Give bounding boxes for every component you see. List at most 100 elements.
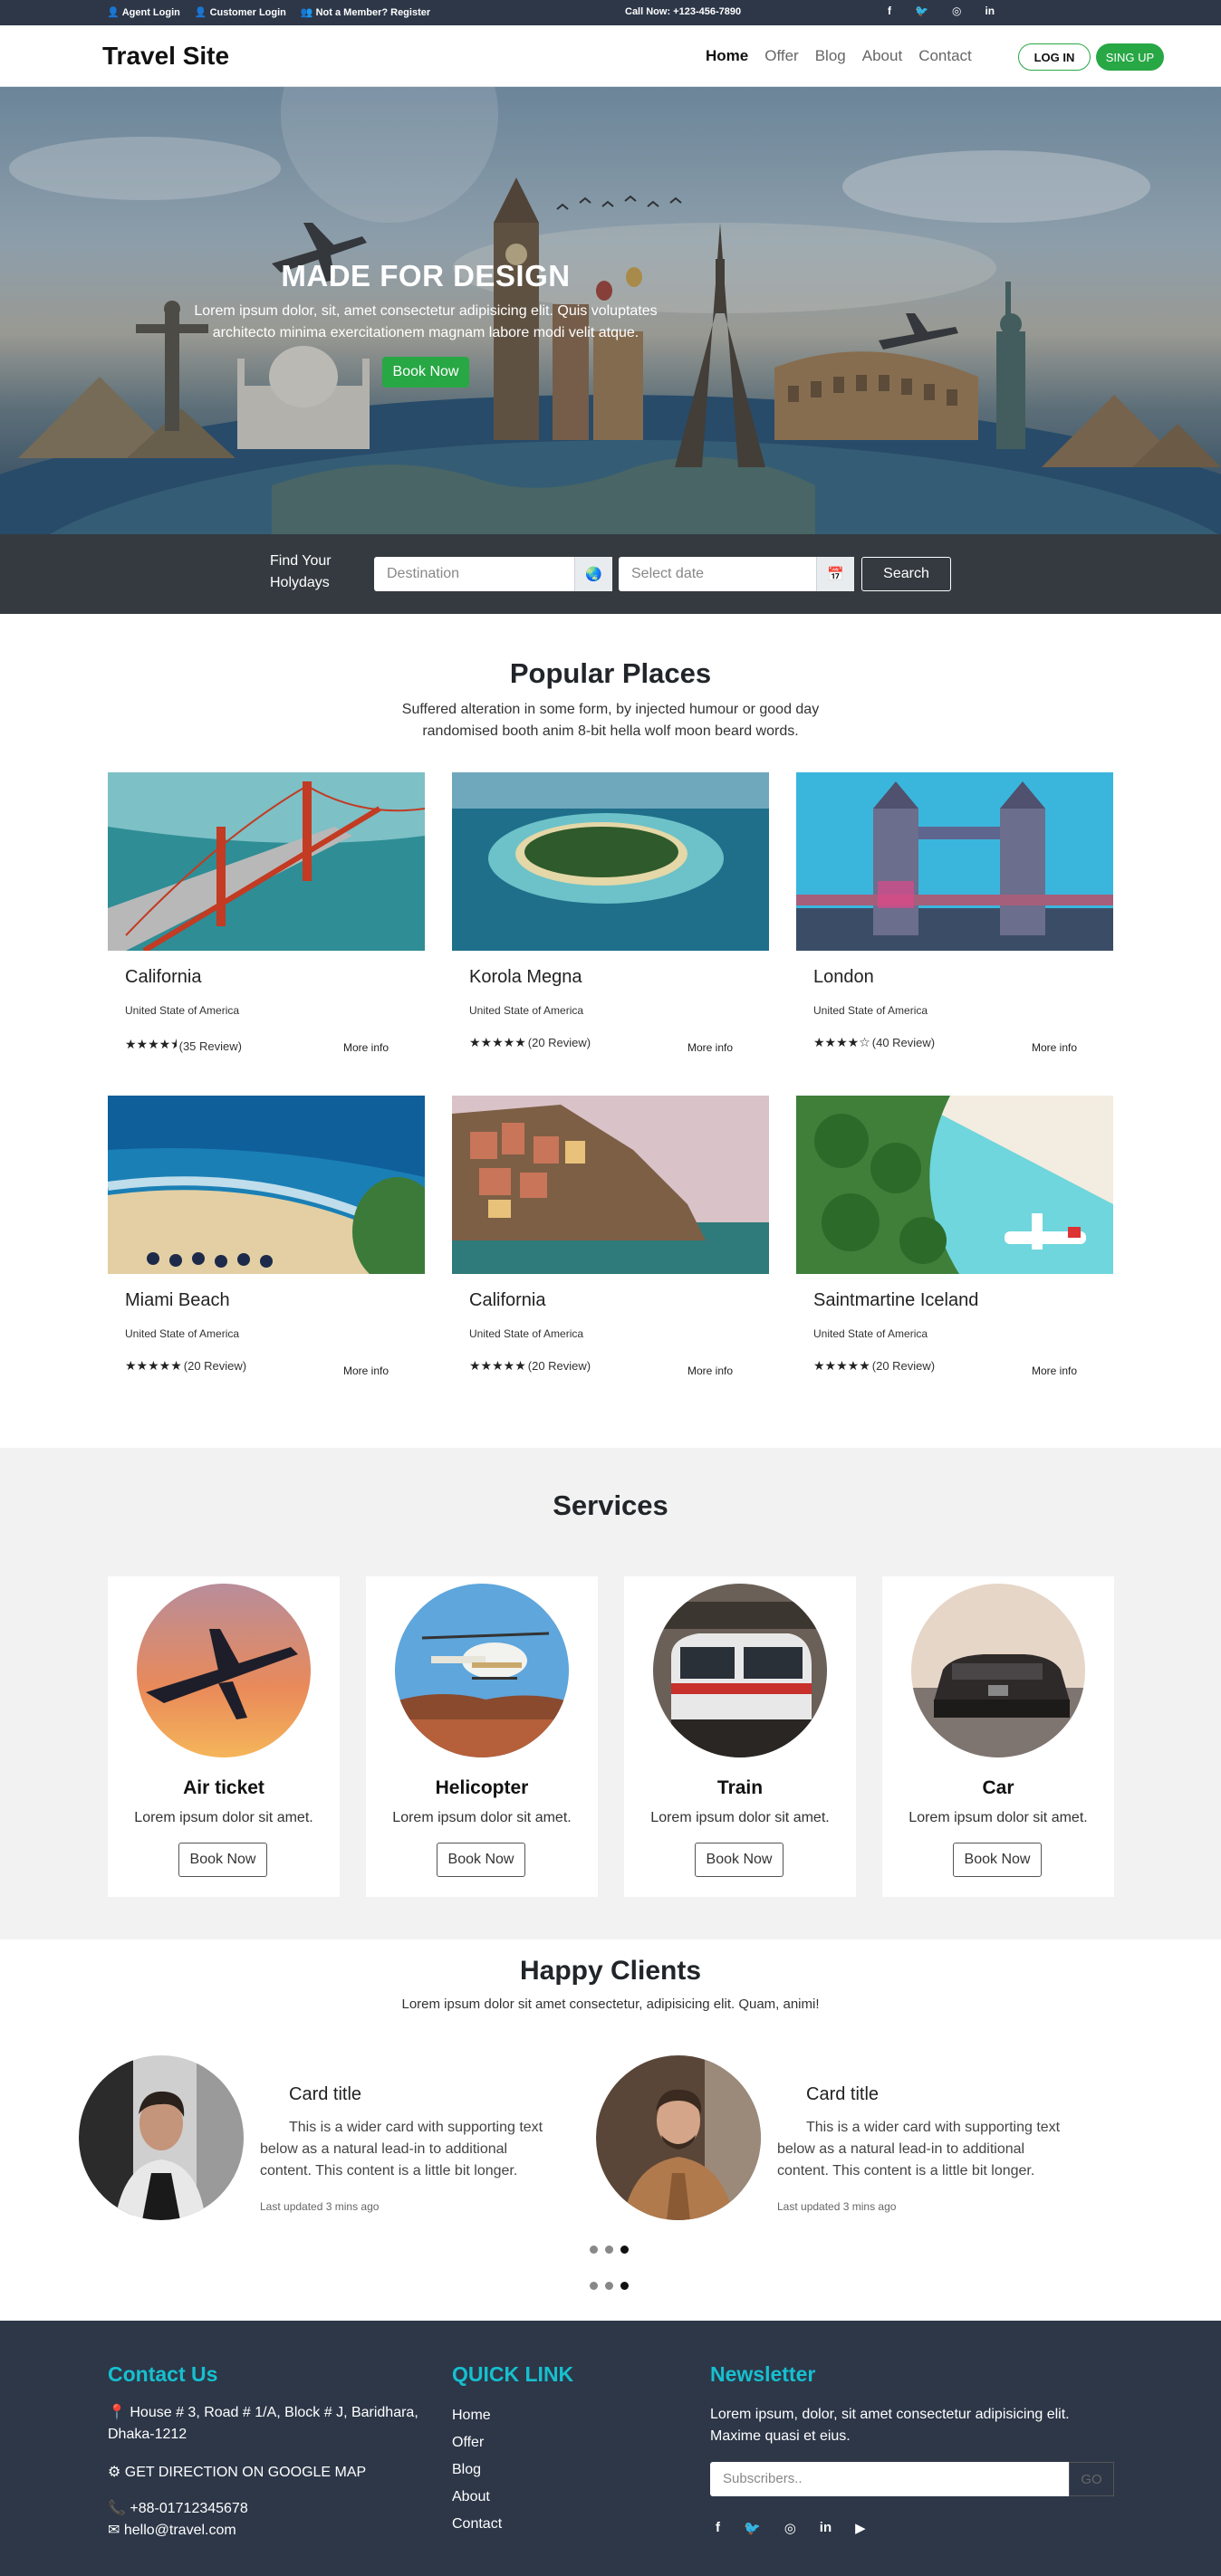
more-info-link[interactable]: More info (1032, 1041, 1077, 1054)
nav-menu: Home Offer Blog About Contact (706, 47, 972, 65)
carousel-dot[interactable] (605, 2282, 613, 2290)
search-button[interactable]: Search (861, 557, 951, 591)
facebook-icon[interactable]: f (888, 5, 891, 17)
place-card[interactable]: California United State of America ★★★★★… (452, 1096, 769, 1394)
hero-book-now-button[interactable]: Book Now (381, 357, 470, 388)
service-book-now-button[interactable]: Book Now (178, 1843, 267, 1877)
footer-link-offer[interactable]: Offer (452, 2435, 484, 2451)
place-card[interactable]: Saintmartine Iceland United State of Ame… (796, 1096, 1113, 1394)
user-icon: 👤 (107, 7, 120, 18)
place-rating: ★★★★☆ (40 Review) (813, 1035, 935, 1050)
envelope-icon: ✉ (108, 2523, 120, 2538)
register-label: Not a Member? Register (315, 6, 431, 18)
place-country: United State of America (469, 1327, 584, 1340)
place-image-golden-gate (108, 772, 425, 951)
more-info-link[interactable]: More info (1032, 1365, 1077, 1377)
youtube-icon[interactable]: ▶ (855, 2520, 866, 2536)
google-map-link[interactable]: ⚙ GET DIRECTION ON GOOGLE MAP (108, 2462, 366, 2484)
user-plus-icon: 👥 (300, 7, 313, 18)
footer-social-links: f 🐦 ◎ in ▶ (716, 2520, 866, 2536)
nav-home[interactable]: Home (706, 47, 748, 65)
twitter-icon[interactable]: 🐦 (915, 5, 928, 17)
date-input[interactable]: Select date (619, 557, 816, 591)
newsletter-heading: Newsletter (710, 2362, 816, 2386)
client-avatar (79, 2055, 244, 2220)
review-count: (20 Review) (527, 1359, 591, 1373)
more-info-link[interactable]: More info (687, 1041, 733, 1054)
place-country: United State of America (469, 1004, 584, 1017)
brand-logo[interactable]: Travel Site (102, 42, 229, 71)
holiday-search-bar: Find Your Holydays Destination 🌏 Select … (0, 534, 1221, 614)
customer-login-label: Customer Login (209, 6, 286, 18)
facebook-icon[interactable]: f (716, 2520, 720, 2536)
service-card: Train Lorem ipsum dolor sit amet. Book N… (624, 1576, 856, 1897)
testimonial-card: Card title This is a wider card with sup… (79, 2055, 559, 2255)
customer-login-link[interactable]: 👤 Customer Login (194, 6, 286, 19)
place-card[interactable]: Korola Megna United State of America ★★★… (452, 772, 769, 1071)
instagram-icon[interactable]: ◎ (784, 2520, 796, 2536)
main-navbar: Travel Site Home Offer Blog About Contac… (0, 25, 1221, 87)
newsletter-go-button[interactable]: GO (1069, 2462, 1114, 2496)
carousel-dot[interactable] (590, 2246, 598, 2254)
footer-link-home[interactable]: Home (452, 2408, 491, 2424)
more-info-link[interactable]: More info (343, 1365, 389, 1377)
twitter-icon[interactable]: 🐦 (744, 2520, 761, 2536)
phone-text: +88-01712345678 (130, 2501, 248, 2516)
service-desc: Lorem ipsum dolor sit amet. (909, 1810, 1088, 1825)
nav-blog[interactable]: Blog (815, 47, 846, 65)
user-icon: 👤 (194, 7, 207, 18)
linkedin-icon[interactable]: in (985, 5, 995, 17)
instagram-icon[interactable]: ◎ (952, 5, 961, 17)
service-book-now-button[interactable]: Book Now (437, 1843, 525, 1877)
place-rating: ★★★★★ (20 Review) (469, 1358, 591, 1374)
contact-address: 📍 House # 3, Road # 1/A, Block # J, Bari… (108, 2402, 434, 2446)
popular-title: Popular Places (509, 657, 712, 689)
card-title: Card title (289, 2084, 362, 2104)
destination-input[interactable]: Destination (374, 557, 574, 591)
carousel-dot[interactable] (605, 2246, 613, 2254)
more-info-link[interactable]: More info (343, 1041, 389, 1054)
service-title: Car (982, 1777, 1014, 1798)
newsletter-email-input[interactable]: Subscribers.. (710, 2462, 1069, 2496)
more-info-link[interactable]: More info (687, 1365, 733, 1377)
review-count: (20 Review) (527, 1036, 591, 1049)
carousel-dot-active[interactable] (620, 2282, 629, 2290)
site-footer: Contact Us 📍 House # 3, Road # 1/A, Bloc… (0, 2321, 1221, 2576)
carousel-indicators (590, 2246, 629, 2254)
hero-description: Lorem ipsum dolor, sit, amet consectetur… (194, 303, 658, 340)
footer-link-about[interactable]: About (452, 2489, 490, 2505)
hero-title: MADE FOR DESIGN (281, 259, 571, 292)
footer-link-contact[interactable]: Contact (452, 2516, 502, 2533)
calendar-icon[interactable]: 📅 (816, 557, 854, 591)
footer-link-blog[interactable]: Blog (452, 2462, 481, 2478)
address-text: House # 3, Road # 1/A, Block # J, Baridh… (108, 2405, 418, 2442)
service-book-now-button[interactable]: Book Now (695, 1843, 784, 1877)
agent-login-link[interactable]: 👤 Agent Login (107, 6, 180, 19)
nav-about[interactable]: About (862, 47, 902, 65)
place-card[interactable]: London United State of America ★★★★☆ (40 … (796, 772, 1113, 1071)
clients-subtitle: Lorem ipsum dolor sit amet consectetur, … (401, 1997, 820, 2012)
login-button[interactable]: LOG IN (1018, 43, 1091, 71)
place-card[interactable]: Miami Beach United State of America ★★★★… (108, 1096, 425, 1394)
service-book-now-button[interactable]: Book Now (953, 1843, 1042, 1877)
place-image-beach (108, 1096, 425, 1274)
nav-contact[interactable]: Contact (918, 47, 972, 65)
destination-field[interactable]: Destination 🌏 (374, 557, 612, 591)
map-marker-icon: 📍 (108, 2405, 126, 2420)
carousel-dot[interactable] (590, 2282, 598, 2290)
review-count: (20 Review) (871, 1359, 936, 1373)
carousel-dot-active[interactable] (620, 2246, 629, 2254)
linkedin-icon[interactable]: in (820, 2520, 832, 2536)
signup-button[interactable]: SING UP (1096, 43, 1164, 71)
date-field[interactable]: Select date 📅 (619, 557, 854, 591)
place-image-tower-bridge (796, 772, 1113, 951)
register-link[interactable]: 👥 Not a Member? Register (300, 6, 431, 19)
train-image (653, 1584, 827, 1757)
call-now: Call Now: +123-456-7890 (625, 6, 742, 17)
contact-email[interactable]: ✉ hello@travel.com (108, 2520, 236, 2542)
nav-offer[interactable]: Offer (764, 47, 798, 65)
service-card: Helicopter Lorem ipsum dolor sit amet. B… (366, 1576, 598, 1897)
popular-subtitle: Suffered alteration in some form, by inj… (401, 702, 820, 739)
place-card[interactable]: California United State of America ★★★★⯨… (108, 772, 425, 1071)
phone-icon: 📞 (108, 2501, 126, 2516)
